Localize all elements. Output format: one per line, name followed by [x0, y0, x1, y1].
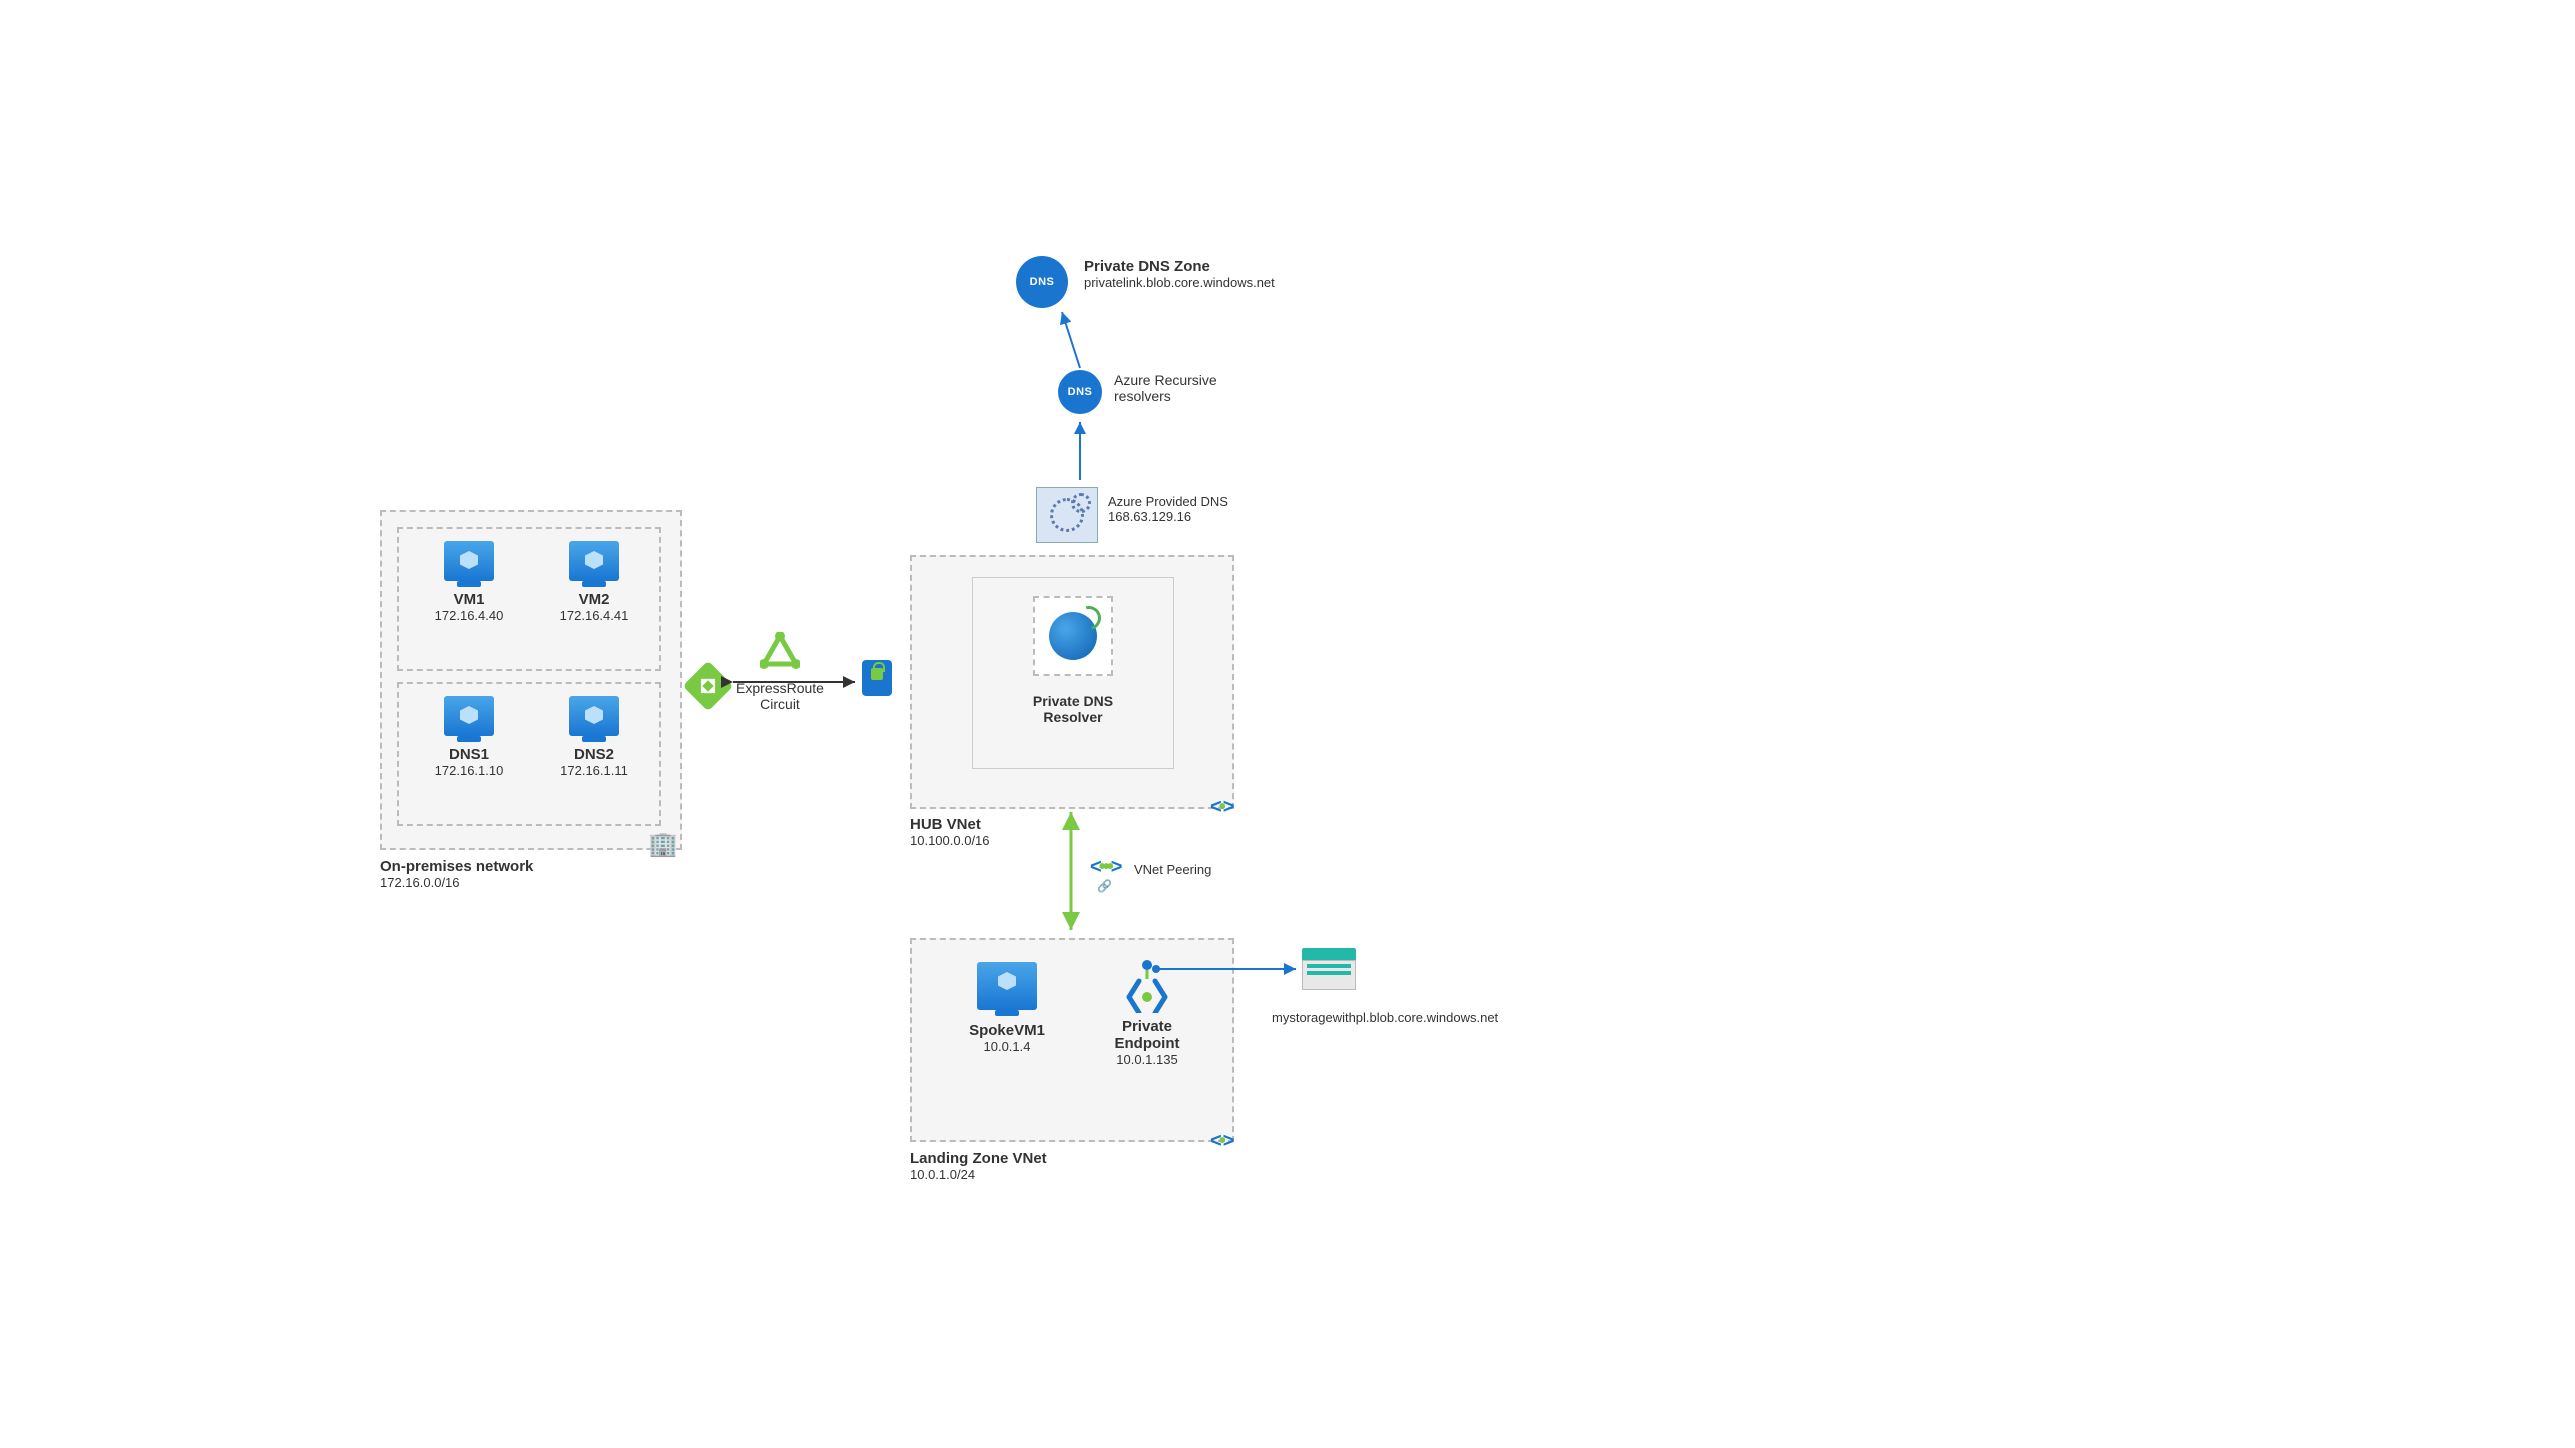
dns1: DNS1 172.16.1.10 — [414, 696, 524, 778]
vm-icon — [569, 541, 619, 581]
dns1-ip: 172.16.1.10 — [414, 763, 524, 778]
onprem-title: On-premises network — [380, 858, 533, 875]
gear-icon — [1036, 487, 1098, 543]
spoke-vm: SpokeVM1 10.0.1.4 — [942, 962, 1072, 1054]
pe-ip: 10.0.1.135 — [1087, 1052, 1207, 1067]
onprem-dns-group: DNS1 172.16.1.10 DNS2 172.16.1.11 — [397, 682, 661, 826]
hub-title: HUB VNet — [910, 816, 990, 833]
expressroute-svg — [760, 632, 800, 670]
diagram-canvas: VM1 172.16.4.40 VM2 172.16.4.41 DNS1 172… — [0, 0, 2575, 1448]
storage-fqdn: mystoragewithpl.blob.core.windows.net — [1272, 1010, 1498, 1025]
dns-icon: DNS — [1016, 256, 1068, 308]
route-icon — [690, 668, 726, 704]
storage-icon — [1302, 948, 1356, 988]
vnet-peering-icon: <•••> 🔗 — [1090, 856, 1119, 893]
private-endpoint: Private Endpoint 10.0.1.135 — [1087, 962, 1207, 1067]
onprem-label: On-premises network 172.16.0.0/16 — [380, 858, 533, 890]
connector-vnet-peering — [1064, 806, 1078, 936]
spoke-title: Landing Zone VNet — [910, 1150, 1047, 1167]
dns2-ip: 172.16.1.11 — [539, 763, 649, 778]
recursive-resolvers-icon: DNS — [1058, 370, 1102, 414]
private-endpoint-icon — [1087, 962, 1207, 1010]
hub-label: HUB VNet 10.100.0.0/16 — [910, 816, 990, 848]
dns-resolver-icon — [1033, 596, 1113, 676]
hub-vnet-box: Private DNS Resolver — [910, 555, 1234, 809]
spoke-cidr: 10.0.1.0/24 — [910, 1167, 1047, 1182]
dns-resolver-label: Private DNS Resolver — [973, 693, 1173, 725]
peering-label: VNet Peering — [1134, 862, 1211, 877]
vm-icon — [444, 541, 494, 581]
chain-icon: 🔗 — [1090, 879, 1119, 893]
private-dns-zone-label: Private DNS Zone privatelink.blob.core.w… — [1084, 258, 1275, 290]
vm2-name: VM2 — [539, 591, 649, 608]
vm2: VM2 172.16.4.41 — [539, 541, 649, 623]
spoke-label: Landing Zone VNet 10.0.1.0/24 — [910, 1150, 1047, 1182]
vm2-ip: 172.16.4.41 — [539, 608, 649, 623]
azure-provided-dns-label: Azure Provided DNS 168.63.129.16 — [1108, 494, 1228, 524]
zone-name: privatelink.blob.core.windows.net — [1084, 275, 1275, 290]
vnet-icon: <•••> — [1090, 856, 1119, 879]
vpn-gateway-icon — [862, 660, 892, 696]
private-dns-zone-icon: DNS — [1016, 256, 1068, 308]
onprem-cidr: 172.16.0.0/16 — [380, 875, 533, 890]
vm1: VM1 172.16.4.40 — [414, 541, 524, 623]
expressroute-icon — [760, 632, 800, 672]
spoke-vm-ip: 10.0.1.4 — [942, 1039, 1072, 1054]
azure-dns-ip: 168.63.129.16 — [1108, 509, 1228, 524]
azure-provided-dns-box — [1036, 487, 1098, 543]
vm1-ip: 172.16.4.40 — [414, 608, 524, 623]
onprem-network-box: VM1 172.16.4.40 VM2 172.16.4.41 DNS1 172… — [380, 510, 682, 850]
vm-icon — [977, 962, 1037, 1010]
dns2-name: DNS2 — [539, 746, 649, 763]
spoke-vm-name: SpokeVM1 — [942, 1022, 1072, 1039]
pe-svg — [1119, 959, 1175, 1013]
spoke-vnet-box: SpokeVM1 10.0.1.4 Private Endpoint 10.0.… — [910, 938, 1234, 1142]
dns1-name: DNS1 — [414, 746, 524, 763]
azure-dns-title: Azure Provided DNS — [1108, 494, 1228, 509]
private-dns-resolver-box: Private DNS Resolver — [972, 577, 1174, 769]
building-icon: 🏢 — [648, 830, 678, 859]
vm-icon — [569, 696, 619, 736]
vnet-icon: <•> — [1210, 796, 1231, 819]
onprem-vm-group: VM1 172.16.4.40 VM2 172.16.4.41 — [397, 527, 661, 671]
pe-name: Private Endpoint — [1087, 1018, 1207, 1052]
recursive-label: Azure Recursive resolvers — [1114, 372, 1217, 404]
vnet-icon: <•> — [1210, 1130, 1231, 1153]
dns-icon: DNS — [1058, 370, 1102, 414]
expressroute-label: ExpressRoute Circuit — [735, 680, 825, 712]
hub-cidr: 10.100.0.0/16 — [910, 833, 990, 848]
dns2: DNS2 172.16.1.11 — [539, 696, 649, 778]
vm-icon — [444, 696, 494, 736]
zone-title: Private DNS Zone — [1084, 258, 1275, 275]
vm1-name: VM1 — [414, 591, 524, 608]
